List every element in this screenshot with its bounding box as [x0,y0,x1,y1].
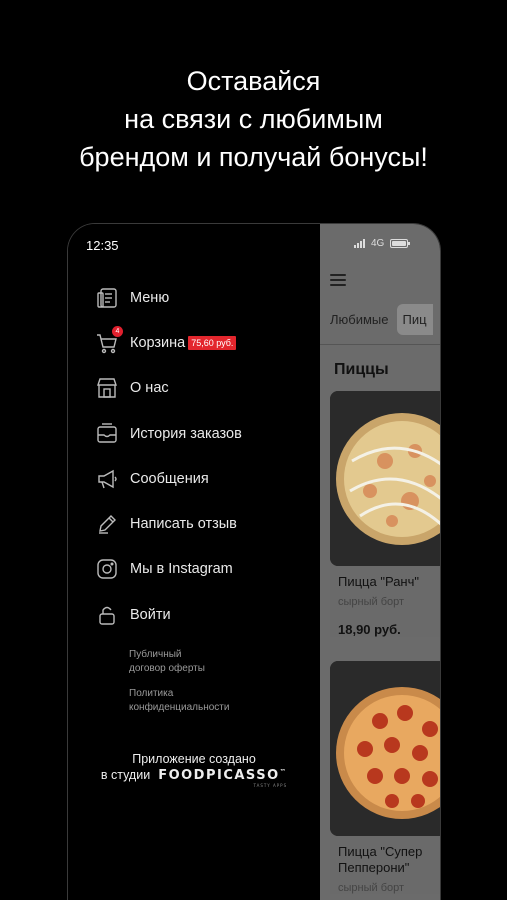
menu-item-cart[interactable]: 4 Корзина 75,60 руб. [96,320,242,365]
battery-icon [390,239,411,248]
app-content-overlay[interactable]: 4G Любимые Пиц Пиццы Пицца "Ранч" сырный… [320,224,440,900]
studio-credit[interactable]: Приложение создано в студии FOODPICASSO™… [68,752,320,788]
signal-icon [354,239,365,248]
pencil-icon [96,513,118,535]
public-offer-line-1: Публичный [129,649,182,660]
promo-headline-line-3: брендом и получай бонусы! [79,142,428,172]
promo-headline: Оставайся на связи с любимым брендом и п… [0,62,507,176]
trademark-mark: ™ [279,768,288,776]
status-time: 12:35 [86,238,119,253]
menu-label: Меню [130,289,170,306]
pizza-pepperoni-image [330,661,440,836]
section-title: Пиццы [334,361,389,378]
about-label: О нас [130,380,169,397]
order-history-icon [96,422,118,445]
product-card[interactable]: Пицца "Ранч" сырный борт 18,90 руб. [330,391,440,637]
product-name: Пицца "Ранч" [338,574,419,589]
studio-logo: FOODPICASSO™ TASTY APPS [158,768,288,788]
instagram-icon [96,558,118,580]
product-option: сырный борт [338,882,405,894]
review-label: Написать отзыв [130,516,237,533]
store-icon [96,377,118,399]
privacy-line-1: Политика [129,688,174,699]
phone-frame: 4G Любимые Пиц Пиццы Пицца "Ранч" сырный… [67,223,441,900]
product-option: сырный борт [338,596,405,608]
product-card[interactable]: Пицца "Супер Пепперони" сырный борт [330,661,440,894]
product-name: Пицца "Супер Пепперони" [338,844,423,875]
privacy-line-2: конфиденциальности [129,702,230,713]
privacy-policy-link[interactable]: Политика конфиденциальности [129,687,229,715]
credit-line-1: Приложение создано [132,752,256,766]
product-price: 18,90 руб. [338,622,401,637]
menu-item-about[interactable]: О нас [96,366,242,411]
tab-favorites[interactable]: Любимые [330,312,389,327]
megaphone-icon [96,468,118,490]
menu-item-order-history[interactable]: История заказов [96,411,242,456]
drawer-menu: Меню 4 Корзина 75,60 руб. О нас История … [96,275,242,637]
cart-sum-badge: 75,60 руб. [188,335,237,350]
tabs-divider [320,344,440,345]
menu-book-icon [96,287,118,309]
category-tabs: Любимые Пиц [330,304,433,335]
menu-item-instagram[interactable]: Мы в Instagram [96,547,242,592]
network-label: 4G [371,238,385,249]
menu-item-login[interactable]: Войти [96,592,242,637]
tab-pizza[interactable]: Пиц [396,304,433,335]
public-offer-line-2: договор оферты [129,663,205,674]
pizza-ranch-image [330,391,440,566]
login-label: Войти [130,606,171,623]
status-indicators: 4G [354,238,411,249]
menu-item-review[interactable]: Написать отзыв [96,501,242,546]
lock-icon [96,604,118,626]
cart-label: Корзина [130,334,186,351]
instagram-label: Мы в Instagram [130,561,233,578]
studio-brand: FOODPICASSO [158,768,280,783]
hamburger-icon[interactable] [330,274,346,289]
public-offer-link[interactable]: Публичный договор оферты [129,648,205,676]
studio-tagline: TASTY APPS [253,783,288,788]
promo-headline-line-2: на связи с любимым [124,104,383,134]
order-history-label: История заказов [130,425,242,442]
menu-item-menu[interactable]: Меню [96,275,242,320]
menu-item-messages[interactable]: Сообщения [96,456,242,501]
cart-count-badge: 4 [112,325,123,337]
side-drawer: 12:35 Меню 4 Корзина 75,60 руб. О нас Ис… [68,224,320,900]
promo-headline-line-1: Оставайся [186,66,321,96]
messages-label: Сообщения [130,470,209,487]
cart-icon: 4 [96,325,123,354]
credit-line-2: в студии [100,768,151,782]
